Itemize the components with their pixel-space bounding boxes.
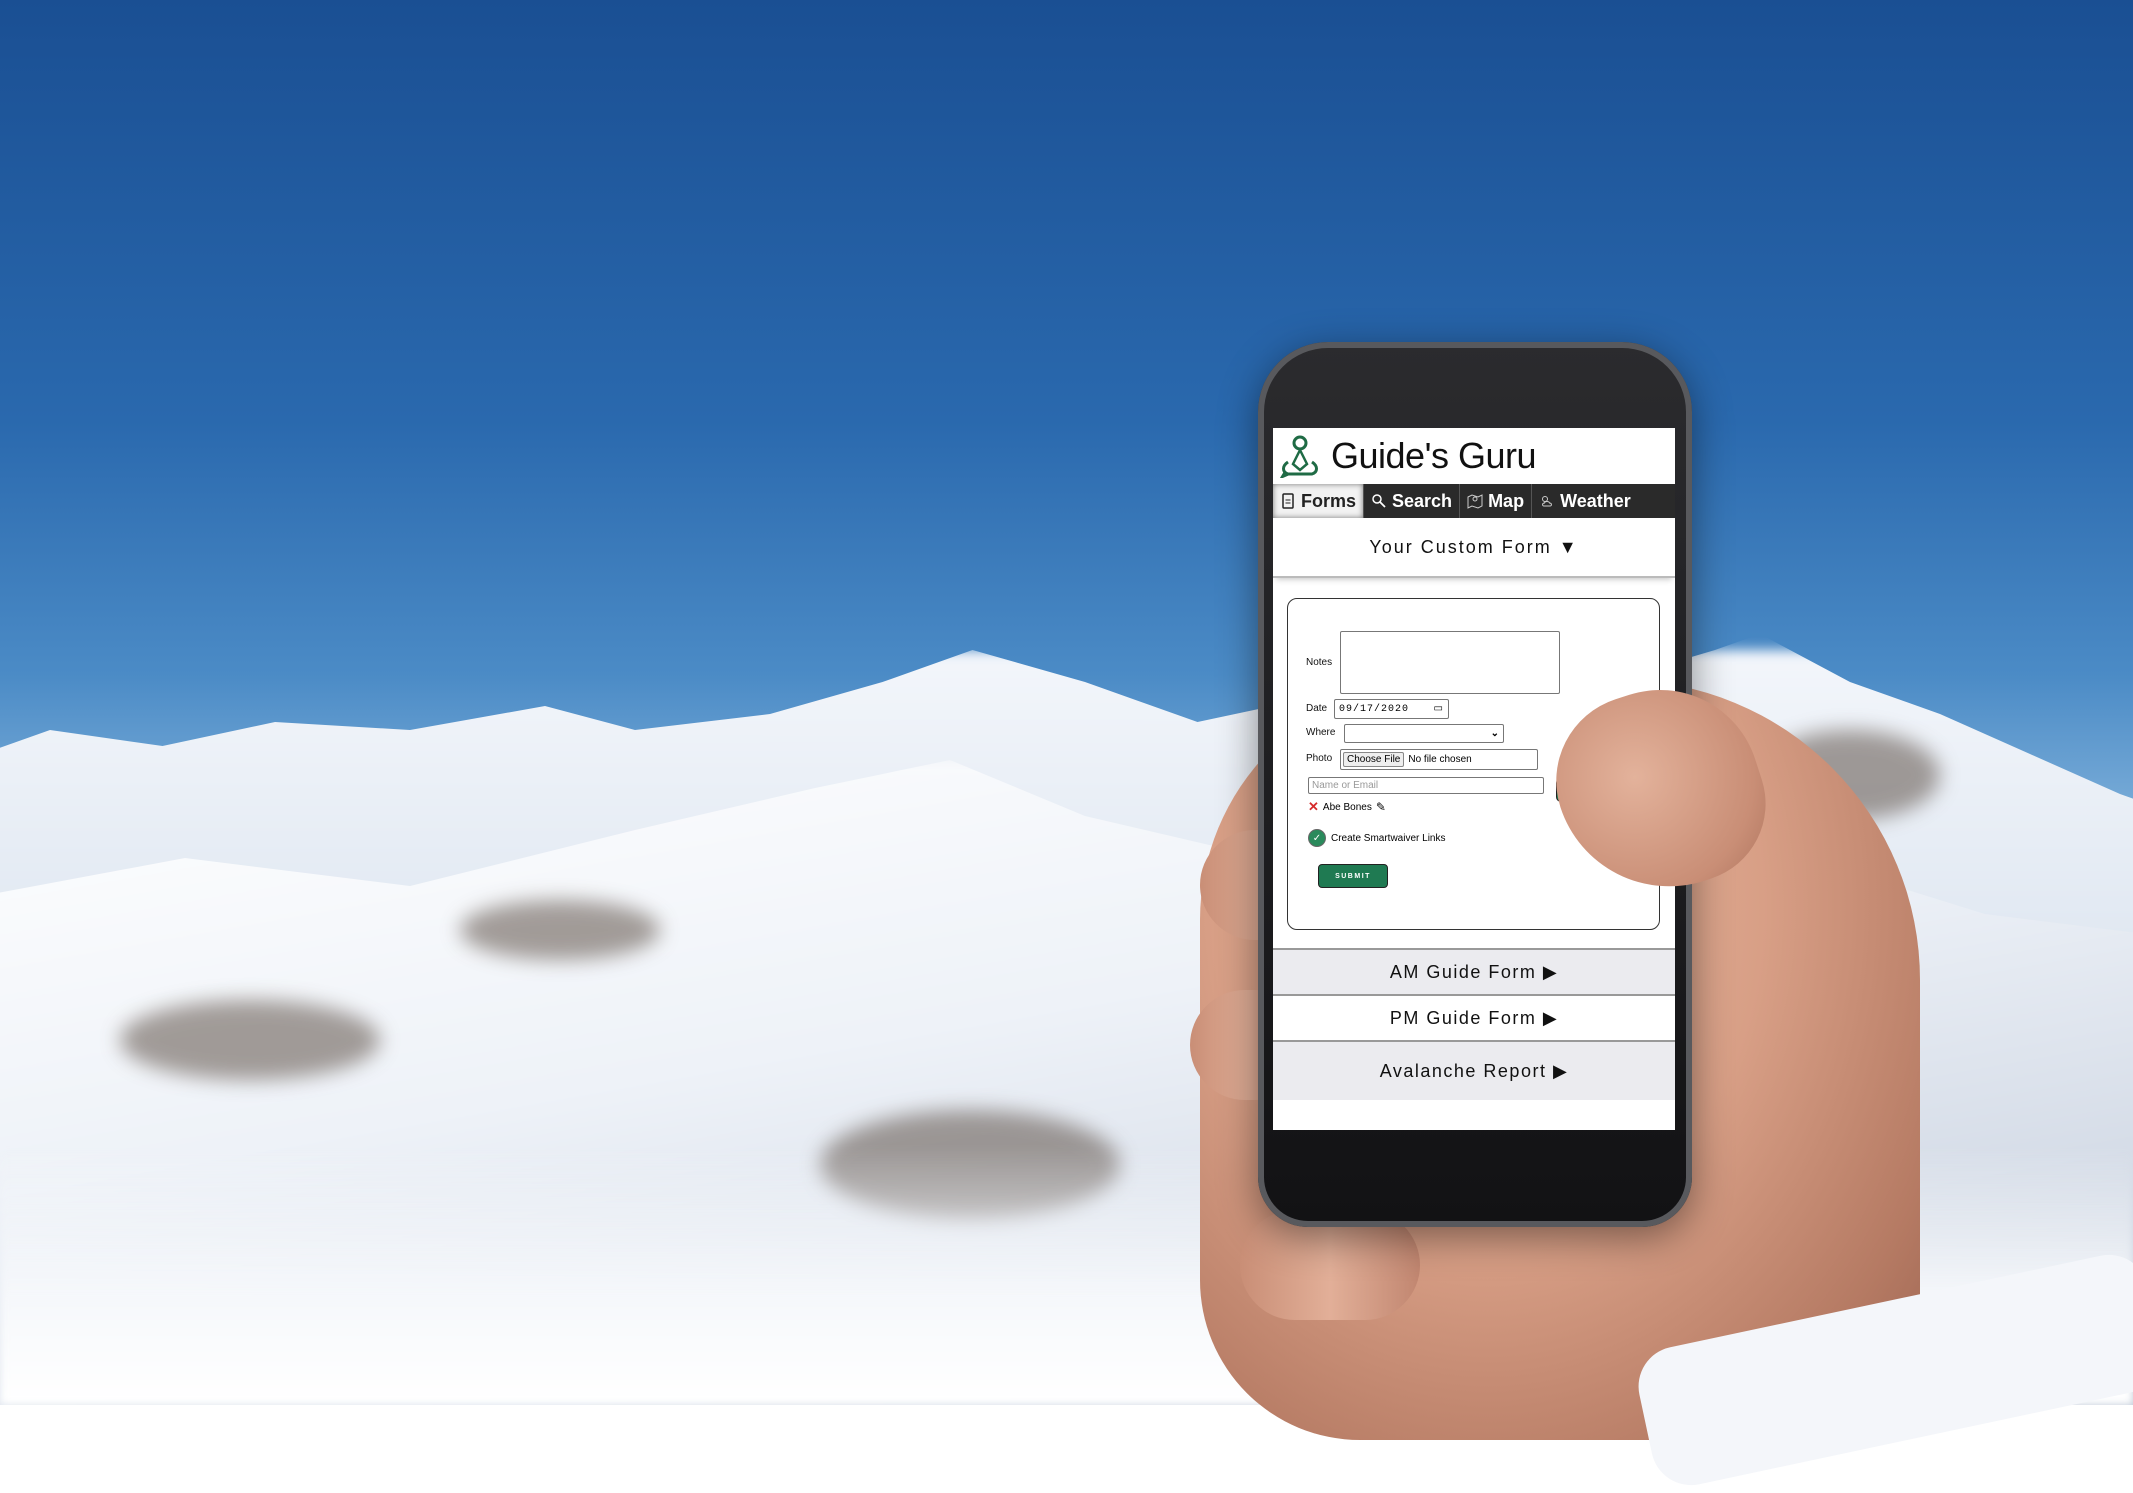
app-title: Guide's Guru — [1331, 435, 1536, 476]
date-label: Date — [1306, 703, 1328, 714]
guest-tag: ✕ Abe Bones ✎ — [1308, 799, 1386, 815]
document-icon — [1282, 493, 1294, 509]
rock-patch — [120, 1000, 380, 1080]
tab-label: Map — [1488, 490, 1525, 511]
guide-location-person-icon — [1279, 435, 1318, 478]
smartwaiver-label: Create Smartwaiver Links — [1331, 832, 1446, 844]
photo-file-input[interactable]: Choose File No file chosen — [1340, 749, 1538, 770]
chevron-down-icon: ⌄ — [1490, 728, 1499, 739]
photo-label: Photo — [1306, 753, 1333, 764]
map-pin-icon — [1467, 494, 1483, 509]
main-nav: Forms Search Map Weather — [1273, 484, 1675, 518]
notes-textarea[interactable] — [1340, 631, 1560, 694]
custom-form-toggle[interactable]: Your Custom Form ▼ — [1273, 518, 1675, 578]
tab-search[interactable]: Search — [1364, 484, 1461, 518]
date-value: 09/17/2020 — [1339, 703, 1410, 715]
rock-patch — [460, 900, 660, 960]
pm-guide-form-link[interactable]: PM Guide Form ▶ — [1273, 994, 1675, 1040]
tab-label: Weather — [1560, 490, 1631, 511]
avalanche-report-link[interactable]: Avalanche Report ▶ — [1273, 1040, 1675, 1100]
tab-label: Search — [1392, 490, 1453, 511]
where-label: Where — [1306, 727, 1336, 738]
date-input[interactable]: 09/17/2020 ▭ — [1334, 699, 1449, 719]
smartwaiver-option[interactable]: ✓ Create Smartwaiver Links — [1308, 829, 1445, 847]
pencil-icon[interactable]: ✎ — [1376, 800, 1386, 814]
app-header: Guide's Guru — [1273, 428, 1675, 484]
tab-forms[interactable]: Forms — [1273, 484, 1365, 518]
choose-file-button[interactable]: Choose File — [1343, 752, 1405, 767]
checkmark-icon[interactable]: ✓ — [1308, 829, 1326, 847]
where-select[interactable]: ⌄ — [1344, 724, 1504, 743]
placeholder: Name or Email — [1312, 780, 1379, 791]
file-status: No file chosen — [1408, 754, 1472, 765]
guest-name: Abe Bones — [1322, 801, 1372, 813]
sun-cloud-icon — [1542, 496, 1552, 507]
submit-button[interactable]: SUBMIT — [1318, 864, 1388, 888]
calendar-icon[interactable]: ▭ — [1434, 703, 1444, 715]
name-or-email-input[interactable]: Name or Email — [1308, 777, 1544, 794]
tab-map[interactable]: Map — [1460, 484, 1533, 518]
tab-weather[interactable]: Weather — [1532, 484, 1638, 518]
search-icon — [1372, 494, 1386, 508]
tab-label: Forms — [1301, 490, 1357, 511]
am-guide-form-link[interactable]: AM Guide Form ▶ — [1273, 948, 1675, 994]
remove-icon[interactable]: ✕ — [1308, 799, 1319, 815]
notes-label: Notes — [1306, 657, 1333, 668]
